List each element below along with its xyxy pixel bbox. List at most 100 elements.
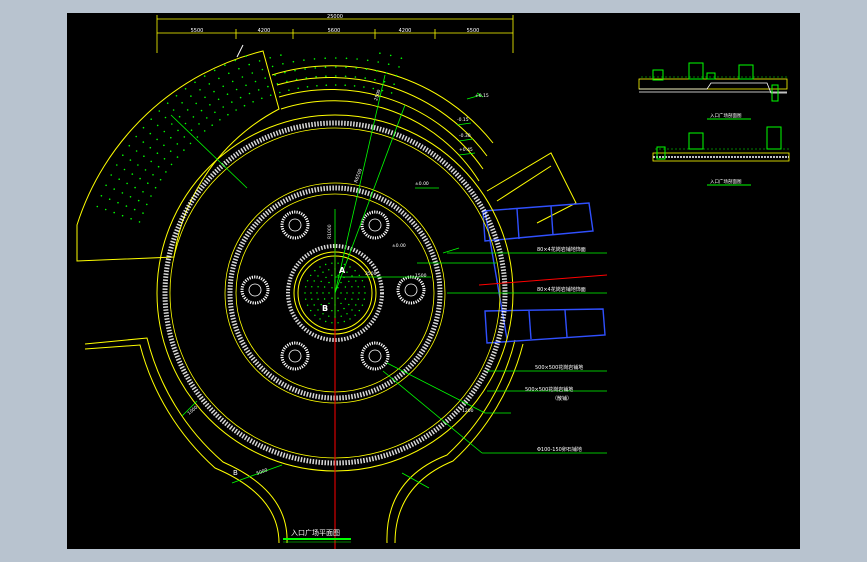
planting-dot <box>335 57 337 59</box>
dim-seg-2: 4200 <box>258 28 271 34</box>
planting-dot <box>345 57 348 60</box>
planting-dot <box>306 86 309 88</box>
planting-dot <box>165 171 167 173</box>
center-dot <box>355 280 357 282</box>
planting-dot <box>131 173 134 175</box>
planting-dot <box>208 83 211 85</box>
center-dot <box>322 313 324 315</box>
planting-dot <box>200 109 203 112</box>
planting-dot <box>248 92 251 95</box>
planting-dot <box>110 174 112 176</box>
planting-dot <box>303 59 305 61</box>
planting-dot <box>183 136 186 138</box>
planting-dot <box>228 72 230 75</box>
planting-dot <box>235 88 238 91</box>
callout-4: 500×500花岗岩铺地 <box>525 386 573 393</box>
planting-dot <box>355 67 358 69</box>
section-arrow-top <box>236 44 244 58</box>
planting-dot <box>163 130 166 133</box>
center-dot <box>316 292 318 294</box>
center-dot <box>331 297 333 299</box>
planting-dot <box>261 68 264 71</box>
planting-dot <box>146 203 148 206</box>
detail-title-2: 入口广场剖面图 <box>710 178 742 185</box>
center-dot <box>310 274 312 277</box>
planting-dot <box>231 101 233 103</box>
plaza-plan-drawing: 25000 5500 4200 5600 4200 5500 A B B R10… <box>76 14 790 549</box>
planting-dot <box>335 75 337 77</box>
center-dot <box>351 286 353 288</box>
planting-dot <box>125 205 128 207</box>
center-dot <box>331 274 333 276</box>
planting-dot <box>400 57 403 59</box>
center-dot <box>325 263 327 266</box>
center-dot <box>357 298 359 300</box>
planting-dot <box>113 211 115 214</box>
planting-dot <box>128 144 131 147</box>
planting-dot <box>356 58 358 60</box>
planting-dot <box>243 104 246 107</box>
center-dot <box>340 292 342 294</box>
top-dimension <box>156 15 514 53</box>
planting-dot <box>138 221 141 223</box>
planting-dot <box>282 63 284 65</box>
center-dot <box>317 275 319 277</box>
planting-dot <box>137 164 139 166</box>
planting-dot <box>304 68 306 70</box>
center-dot <box>361 280 364 282</box>
center-dot <box>346 271 348 273</box>
planting-dot <box>254 80 257 83</box>
level-e: +0.45 <box>459 147 473 153</box>
planting-dot <box>383 80 386 83</box>
planting-dot <box>121 192 124 194</box>
level-f: +0.15 <box>475 93 489 99</box>
planting-dot <box>117 201 119 204</box>
planting-dot <box>209 104 211 106</box>
planting-dot <box>158 110 161 112</box>
center-dot <box>340 315 342 317</box>
dim-seg-4: 4200 <box>399 28 412 34</box>
planting-dot <box>288 89 290 91</box>
dim-seg-1: 5500 <box>191 28 204 34</box>
section-detail-2 <box>652 126 790 162</box>
planting-dot <box>375 70 378 72</box>
planting-dot <box>269 94 272 96</box>
planting-dot <box>385 72 388 74</box>
planting-dot <box>189 142 192 145</box>
center-dot <box>349 266 351 268</box>
planting-dot <box>135 150 138 152</box>
planting-dot <box>354 76 357 78</box>
dim-seg-5: 5500 <box>467 28 480 34</box>
planting-dot <box>198 123 200 125</box>
planting-dot <box>252 101 254 103</box>
planting-dot <box>245 55 247 57</box>
planting-dot <box>305 77 308 79</box>
planting-dot <box>389 54 392 57</box>
planting-dot <box>113 188 115 190</box>
planting-dot <box>178 115 181 118</box>
center-dot <box>328 315 330 317</box>
center-dot <box>331 322 333 324</box>
center-dot <box>337 322 339 324</box>
section-mark-a: A <box>339 266 346 275</box>
planting-dot <box>251 72 254 74</box>
planting-dot <box>190 95 192 97</box>
planting-dot <box>170 136 172 139</box>
planting-dot <box>387 63 390 65</box>
center-dot <box>343 307 345 310</box>
planting-dot <box>231 80 234 83</box>
planting-dot <box>324 66 327 68</box>
planting-dot <box>144 169 147 171</box>
planting-dot <box>234 59 237 62</box>
center-dot <box>314 270 316 272</box>
planting-dot <box>316 85 318 87</box>
center-dot <box>319 318 321 320</box>
planting-dot <box>154 186 157 189</box>
planting-dot <box>267 85 269 88</box>
center-dot <box>313 304 315 306</box>
center-dot <box>354 270 356 272</box>
planting-dot <box>192 116 195 118</box>
planting-dot <box>222 106 224 108</box>
planting-dot <box>166 102 169 104</box>
detail-title-1: 入口广场剖面图 <box>710 112 742 119</box>
